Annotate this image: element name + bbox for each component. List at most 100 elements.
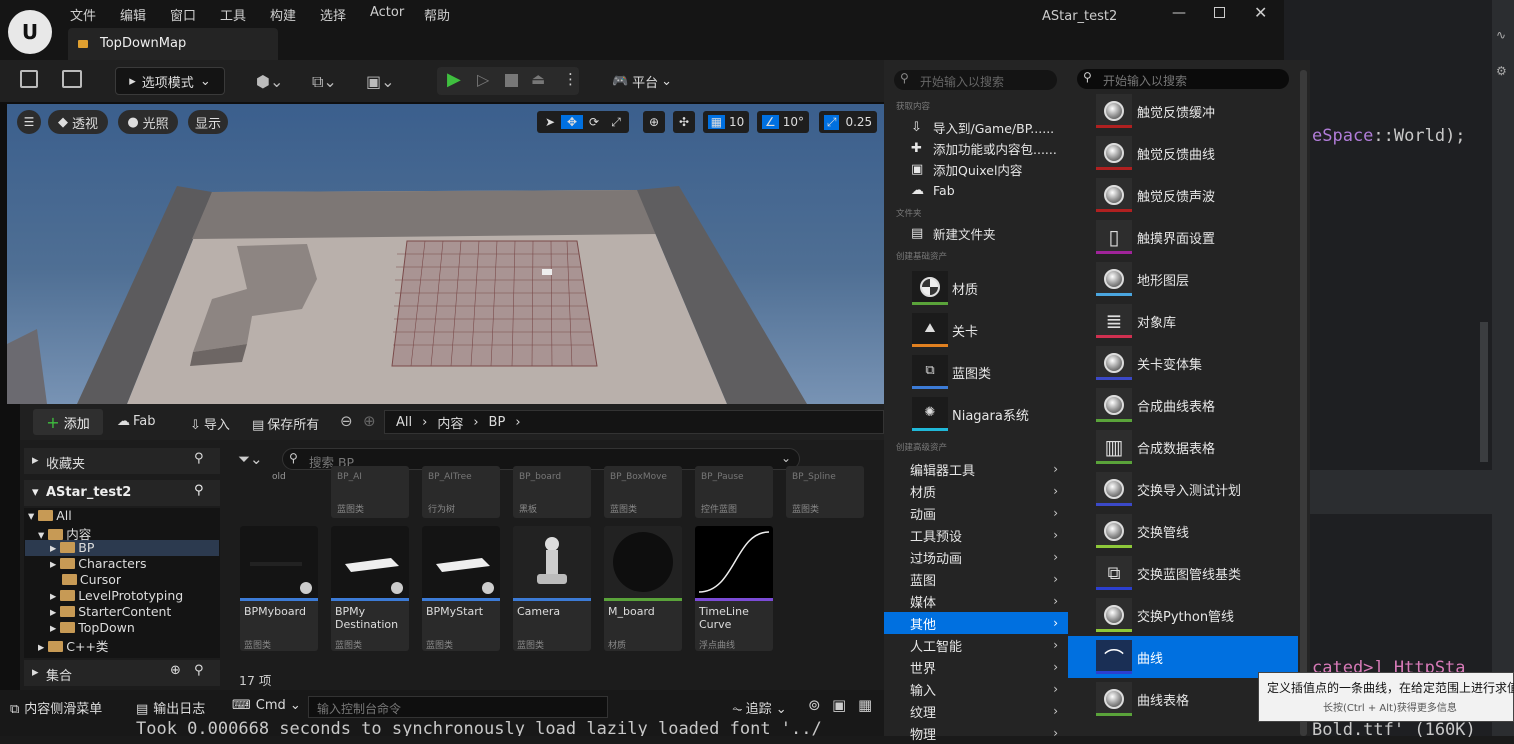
console-input[interactable]: 输入控制台命令 — [308, 696, 608, 718]
submenu-item[interactable]: ▥ 合成数据表格 — [1068, 426, 1298, 468]
search-icon[interactable]: ⚲ — [194, 483, 204, 498]
menu-help[interactable]: 帮助 — [424, 5, 450, 24]
menu-item-media[interactable]: 媒体 › — [884, 590, 1068, 612]
platform-menu[interactable]: 🎮 平台 ⌄ — [606, 67, 678, 95]
asset-tile[interactable]: TimeLine Curve 浮点曲线 — [695, 526, 773, 651]
chevron-right-icon[interactable]: › — [422, 415, 427, 430]
menu-item-level[interactable]: ⛰ 关卡 — [884, 312, 1068, 348]
move-icon[interactable]: ✥ — [561, 115, 583, 129]
menu-item-input[interactable]: 输入 › — [884, 678, 1068, 700]
world-icon[interactable]: ⊕ — [643, 111, 665, 133]
submenu-item[interactable]: 地形图层 — [1068, 258, 1298, 300]
submenu-item[interactable]: 交换导入测试计划 — [1068, 468, 1298, 510]
asset-tile[interactable]: BPMyboard 蓝图类 — [240, 526, 318, 651]
perspective-button[interactable]: ◆ 透视 — [48, 110, 108, 134]
step-icon[interactable]: ▷ — [477, 70, 489, 89]
fab-button[interactable]: ☁ Fab — [117, 414, 156, 429]
surface-snap-icon[interactable]: ✣ — [673, 111, 695, 133]
search-icon[interactable]: ⚲ — [194, 451, 204, 466]
mode-selector[interactable]: ▸ 选项模式 ⌄ — [115, 67, 225, 95]
menu-item-ai[interactable]: 人工智能 › — [884, 634, 1068, 656]
submenu-item[interactable]: 触觉反馈缓冲 — [1068, 90, 1298, 132]
rotate-icon[interactable]: ⟳ — [583, 115, 605, 129]
grid-snap[interactable]: ▦ 10 — [703, 111, 749, 133]
menu-window[interactable]: 窗口 — [170, 5, 196, 24]
menu-item-new-folder[interactable]: ▤ 新建文件夹 — [884, 222, 1068, 244]
menu-item-texture[interactable]: 纹理 › — [884, 700, 1068, 722]
pulse-icon[interactable]: ∿ — [1496, 28, 1506, 42]
tree-item-cursor[interactable]: Cursor — [50, 572, 121, 587]
tree-item-cpp[interactable]: ▸ C++类 — [38, 636, 108, 655]
eject-icon[interactable]: ⏏ — [531, 70, 545, 88]
tree-item-bp[interactable]: ▸ BP — [50, 540, 94, 555]
submenu-item[interactable]: ▯ 触摸界面设置 — [1068, 216, 1298, 258]
source-control-icon[interactable]: ⊚ — [808, 696, 821, 714]
submenu-item[interactable]: 关卡变体集 — [1068, 342, 1298, 384]
submenu-item[interactable]: 触觉反馈曲线 — [1068, 132, 1298, 174]
blueprint-icon[interactable]: ⧉⌄ — [312, 72, 337, 92]
menu-search-input[interactable]: ⚲ 开始输入以搜索 — [894, 70, 1057, 90]
lighting-button[interactable]: ● 光照 — [118, 110, 178, 134]
submenu-item[interactable]: ⧉ 交换蓝图管线基类 — [1068, 552, 1298, 594]
favorites-header[interactable]: ▸ 收藏夹 ⚲ — [24, 448, 220, 474]
collections-header[interactable]: ▸ 集合 ⊕ ⚲ — [24, 660, 220, 686]
show-button[interactable]: 显示 — [188, 110, 228, 134]
close-icon[interactable]: ✕ — [1254, 3, 1267, 22]
save-all-button[interactable]: ▤ 保存所有 — [252, 414, 319, 433]
menu-item-material[interactable]: 材质 — [884, 270, 1068, 306]
scale-icon[interactable]: ⤢ — [605, 115, 627, 130]
unreal-logo-icon[interactable]: U — [8, 10, 52, 54]
submenu-item[interactable]: 合成曲线表格 — [1068, 384, 1298, 426]
search-icon[interactable]: ⚲ — [194, 663, 204, 678]
menu-item-physics[interactable]: 物理 › — [884, 722, 1068, 744]
tree-item-topdown[interactable]: ▸ TopDown — [50, 620, 135, 635]
tree-item-startercontent[interactable]: ▸ StarterContent — [50, 604, 171, 619]
asset-tile[interactable]: BPMyStart 蓝图类 — [422, 526, 500, 651]
submenu-item[interactable]: 触觉反馈声波 — [1068, 174, 1298, 216]
menu-edit[interactable]: 编辑 — [120, 5, 146, 24]
menu-select[interactable]: 选择 — [320, 5, 346, 24]
tree-item-levelprototyping[interactable]: ▸ LevelPrototyping — [50, 588, 183, 603]
scale-snap[interactable]: ⤢ 0.25 — [819, 111, 877, 133]
forward-icon[interactable]: ⊕ — [363, 412, 376, 430]
add-collection-icon[interactable]: ⊕ — [170, 663, 181, 678]
asset-tile[interactable]: BPMy Destination 蓝图类 — [331, 526, 409, 651]
menu-item-add-feature[interactable]: ✚ 添加功能或内容包...... — [884, 137, 1068, 159]
chevron-down-icon[interactable]: ⌄ — [781, 451, 791, 465]
menu-item-tool-presets[interactable]: 工具预设 › — [884, 524, 1068, 546]
trace-button[interactable]: ⏦ 追踪 ⌄ — [732, 698, 787, 717]
level-viewport[interactable]: ☰ ◆ 透视 ● 光照 显示 ➤ ✥ ⟳ ⤢ ⊕ ✣ ▦ 10 ∠ 10° ⤢ 0.25 — [7, 104, 884, 404]
more-icon[interactable]: ⋮ — [563, 70, 578, 88]
select-icon[interactable]: ➤ — [539, 115, 561, 129]
tree-item-characters[interactable]: ▸ Characters — [50, 556, 146, 571]
asset-tile[interactable]: BP_AI 蓝图类 — [331, 466, 409, 518]
menu-item-cinematics[interactable]: 过场动画 › — [884, 546, 1068, 568]
cinematics-icon[interactable]: ▣⌄ — [366, 72, 395, 91]
back-icon[interactable]: ⊖ — [340, 412, 353, 430]
chevron-right-icon[interactable]: › — [473, 415, 478, 430]
asset-tile[interactable]: BP_AITree 行为树 — [422, 466, 500, 518]
submenu-item[interactable]: 交换Python管线 — [1068, 594, 1298, 636]
tree-item-all[interactable]: ▾ All — [28, 508, 72, 523]
menu-item-editor-tools[interactable]: 编辑器工具 › — [884, 458, 1068, 480]
project-header[interactable]: ▾ AStar_test2 ⚲ — [24, 480, 220, 506]
browse-icon[interactable] — [62, 70, 82, 88]
import-button[interactable]: ⇩ 导入 — [190, 414, 230, 433]
add-button[interactable]: + 添加 — [33, 409, 103, 435]
cmd-selector[interactable]: ⌨ Cmd ⌄ — [232, 698, 301, 713]
menu-item-animation[interactable]: 动画 › — [884, 502, 1068, 524]
output-log-button[interactable]: ▤ 输出日志 — [136, 698, 205, 717]
revision-icon[interactable]: ▣ — [832, 696, 846, 714]
submenu-scrollbar[interactable] — [1300, 70, 1307, 736]
menu-item-blueprint[interactable]: ⧉ 蓝图类 — [884, 354, 1068, 390]
rotation-snap[interactable]: ∠ 10° — [757, 111, 809, 133]
submenu-search-input[interactable]: ⚲ 开始输入以搜索 — [1077, 69, 1289, 89]
menu-item-niagara[interactable]: ✺ Niagara系统 — [884, 396, 1068, 432]
asset-tile[interactable]: old — [240, 466, 318, 518]
asset-tile[interactable]: Camera 蓝图类 — [513, 526, 591, 651]
add-actor-icon[interactable]: ⬢⌄ — [256, 72, 283, 91]
menu-build[interactable]: 构建 — [270, 5, 296, 24]
asset-tile[interactable]: M_board 材质 — [604, 526, 682, 651]
chevron-right-icon[interactable]: › — [515, 415, 520, 430]
submenu-item[interactable]: 交换管线 — [1068, 510, 1298, 552]
